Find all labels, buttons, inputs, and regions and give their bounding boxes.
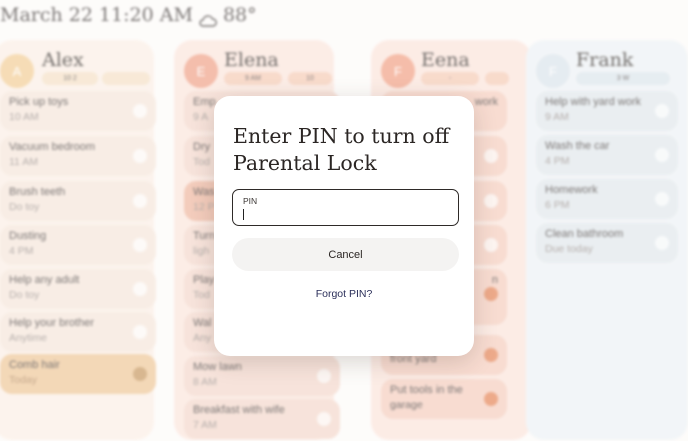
pin-dialog: Enter PIN to turn off Parental Lock PIN … [214,96,474,356]
pin-input[interactable]: PIN [232,189,459,226]
forgot-pin-link[interactable]: Forgot PIN? [214,288,474,300]
pin-label: PIN [243,196,258,206]
cancel-button[interactable]: Cancel [232,238,459,271]
text-caret [243,209,244,220]
dialog-title: Enter PIN to turn off Parental Lock [233,124,450,175]
